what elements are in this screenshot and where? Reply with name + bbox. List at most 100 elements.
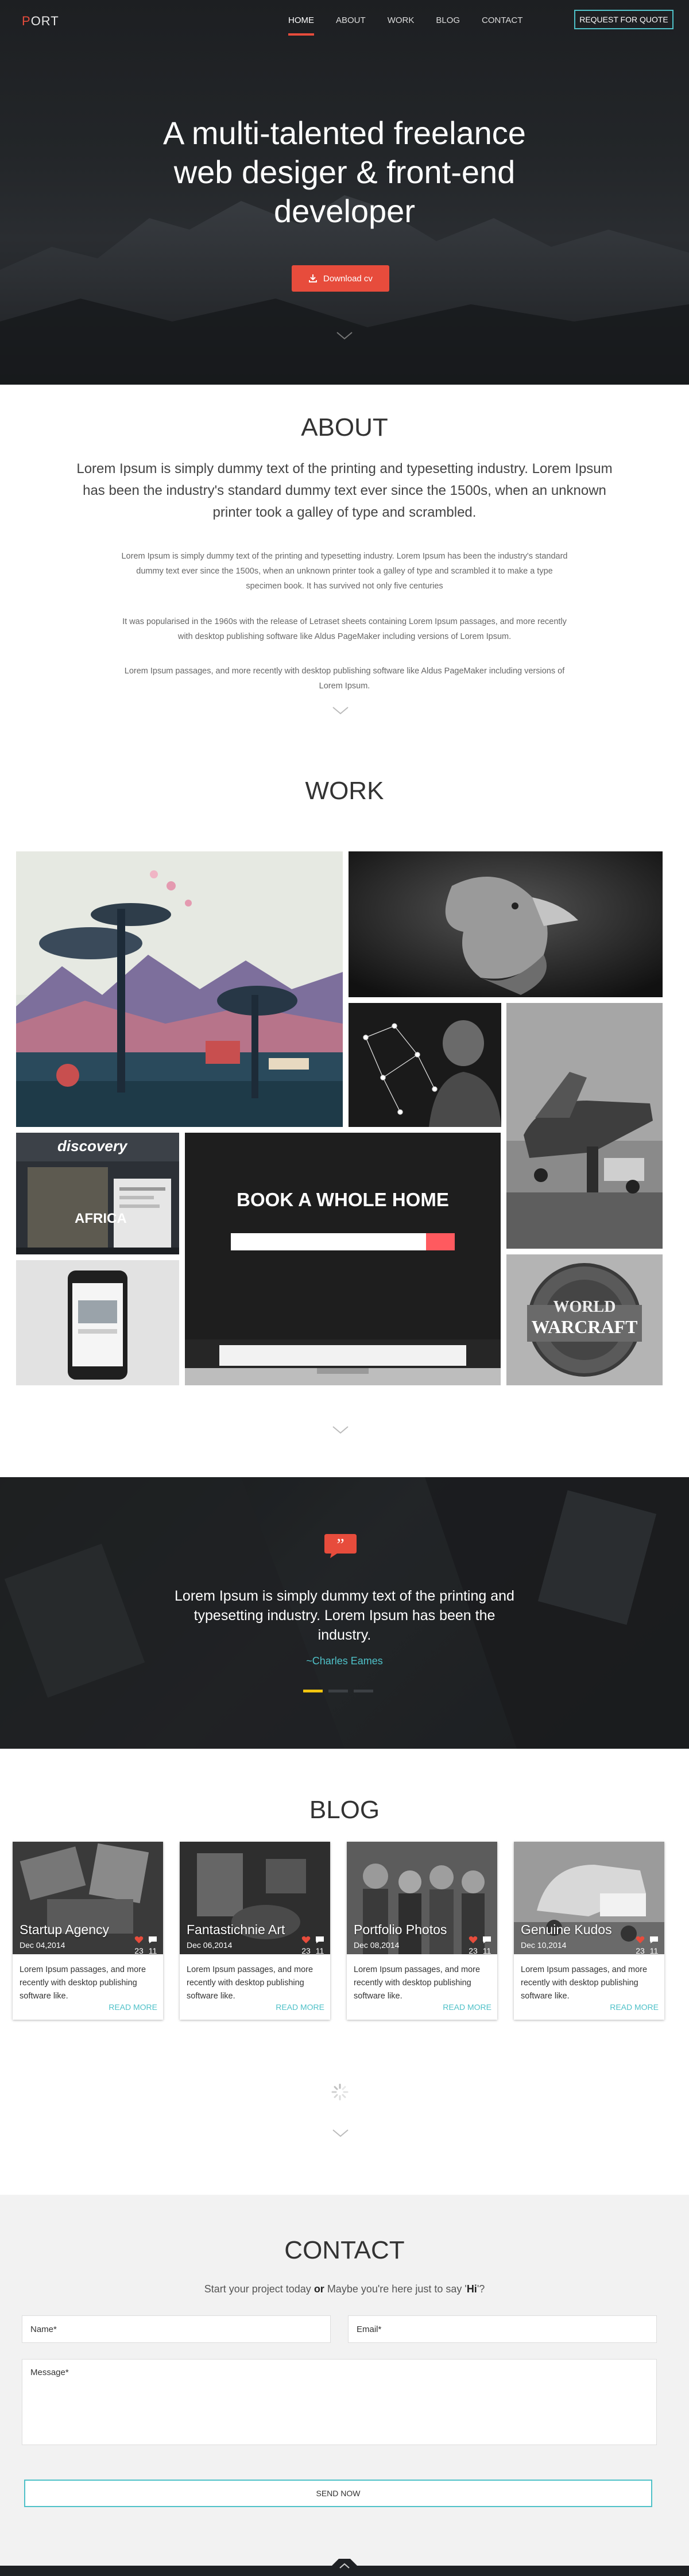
- eagle-statue-image: [349, 851, 663, 997]
- logo-text: ORT: [30, 14, 59, 28]
- book-a-whole-home-headline: BOOK A WHOLE HOME: [237, 1189, 449, 1210]
- testimonial-dot[interactable]: [354, 1690, 373, 1692]
- name-field[interactable]: [22, 2315, 331, 2343]
- blog-post-title[interactable]: Genuine Kudos: [521, 1922, 612, 1938]
- work-tile-landscape-illustration[interactable]: [16, 851, 343, 1127]
- top-nav: PORT HOME ABOUT WORK BLOG CONTACT REQUES…: [0, 0, 689, 41]
- blog-post-date: Dec 10,2014: [521, 1940, 567, 1950]
- africa-label: AFRICA: [75, 1211, 127, 1226]
- send-now-button[interactable]: SEND NOW: [24, 2480, 652, 2507]
- scroll-down-chevron-icon[interactable]: [332, 1425, 349, 1435]
- contact-subtitle-part: '?: [477, 2283, 485, 2295]
- blog-card[interactable]: Portfolio Photos Dec 08,2014 23 11 Lorem…: [347, 1842, 497, 2020]
- about-title: ABOUT: [301, 413, 388, 441]
- blog-title: BLOG: [309, 1796, 380, 1824]
- download-cv-button[interactable]: Download cv: [292, 265, 389, 292]
- blog-post-excerpt: Lorem Ipsum passages, and more recently …: [354, 1965, 481, 2001]
- read-more-link[interactable]: READ MORE: [443, 2002, 491, 2012]
- like-count: 23: [301, 1946, 311, 1954]
- work-title: WORK: [305, 777, 384, 805]
- work-tile-mobile-phone[interactable]: [16, 1260, 179, 1385]
- hero-title-line-3: developer: [274, 193, 415, 229]
- testimonial-pagination: [303, 1690, 373, 1692]
- blog-card[interactable]: Startup Agency Dec 04,2014 23 11 Lorem I…: [13, 1842, 163, 2020]
- testimonial-author: ~Charles Eames: [306, 1655, 383, 1667]
- contact-subtitle-or: or: [313, 2283, 324, 2295]
- hero-section: PORT HOME ABOUT WORK BLOG CONTACT REQUES…: [0, 0, 689, 385]
- blog-post-stats: 23 11: [134, 1936, 157, 1954]
- blog-card-image: Startup Agency Dec 04,2014 23 11: [13, 1842, 163, 1954]
- hero-title-line-2: web desiger & front-end: [173, 154, 516, 190]
- blog-card[interactable]: Fantastichnie Art Dec 06,2014 23 11 Lore…: [180, 1842, 330, 2020]
- heart-icon[interactable]: [134, 1936, 144, 1944]
- landscape-illustration-image: [16, 851, 343, 1127]
- blog-post-stats: 23 11: [469, 1936, 491, 1954]
- about-paragraph-2: It was popularised in the 1960s with the…: [122, 617, 567, 641]
- work-tile-constellation[interactable]: [349, 1003, 501, 1127]
- like-count: 23: [636, 1946, 645, 1954]
- contact-section: CONTACT Start your project today or Mayb…: [0, 2195, 689, 2576]
- nav-item-home[interactable]: HOME: [288, 16, 314, 36]
- testimonial-text: Lorem Ipsum is simply dummy text of the …: [175, 1588, 514, 1643]
- blog-post-excerpt: Lorem Ipsum passages, and more recently …: [521, 1965, 648, 2001]
- nav-item-contact[interactable]: CONTACT: [482, 16, 522, 36]
- heart-icon[interactable]: [636, 1936, 645, 1944]
- like-count: 23: [469, 1946, 478, 1954]
- mobile-phone-image: [16, 1260, 179, 1385]
- airplane-image: [506, 1003, 663, 1249]
- warcraft-label: WARCRAFT: [531, 1316, 638, 1337]
- message-field[interactable]: [22, 2359, 657, 2445]
- read-more-link[interactable]: READ MORE: [276, 2002, 324, 2012]
- blog-post-date: Dec 06,2014: [187, 1940, 233, 1950]
- nav-item-work[interactable]: WORK: [388, 16, 415, 36]
- logo[interactable]: PORT: [22, 14, 59, 29]
- heart-icon[interactable]: [301, 1936, 311, 1944]
- testimonial-section: ” Lorem Ipsum is simply dummy text of th…: [0, 1477, 689, 1749]
- work-tile-world-of-warcraft[interactable]: WORLD WARCRAFT: [506, 1254, 663, 1385]
- main-menu: HOME ABOUT WORK BLOG CONTACT: [288, 16, 544, 36]
- comment-icon[interactable]: [482, 1936, 491, 1944]
- nav-item-blog[interactable]: BLOG: [436, 16, 460, 36]
- blog-post-stats: 23 11: [636, 1936, 659, 1954]
- about-lead: Lorem Ipsum is simply dummy text of the …: [76, 461, 613, 520]
- hero-title-line-1: A multi-talented freelance: [163, 115, 526, 151]
- comment-icon[interactable]: [315, 1936, 324, 1944]
- world-label: WORLD: [553, 1298, 616, 1316]
- contact-title: CONTACT: [284, 2236, 405, 2264]
- work-tile-discovery-africa[interactable]: discovery AFRICA: [16, 1133, 179, 1254]
- comment-icon[interactable]: [649, 1936, 659, 1944]
- blog-post-excerpt: Lorem Ipsum passages, and more recently …: [20, 1965, 146, 2001]
- blog-card-image: Fantastichnie Art Dec 06,2014 23 11: [180, 1842, 330, 1954]
- blog-post-title[interactable]: Fantastichnie Art: [187, 1922, 285, 1938]
- blog-post-excerpt: Lorem Ipsum passages, and more recently …: [187, 1965, 313, 2001]
- scroll-down-chevron-icon[interactable]: [336, 331, 353, 341]
- comment-count: 11: [315, 1946, 324, 1954]
- comment-icon[interactable]: [148, 1936, 157, 1944]
- blog-post-title[interactable]: Portfolio Photos: [354, 1922, 447, 1938]
- read-more-link[interactable]: READ MORE: [610, 2002, 659, 2012]
- logo-initial: P: [22, 14, 31, 28]
- read-more-link[interactable]: READ MORE: [109, 2002, 157, 2012]
- blog-post-date: Dec 08,2014: [354, 1940, 400, 1950]
- blog-card[interactable]: Genuine Kudos Dec 10,2014 23 11 Lorem Ip…: [514, 1842, 664, 2020]
- request-quote-button[interactable]: REQUEST FOR QUOTE: [574, 10, 673, 29]
- constellation-portrait-image: [349, 1003, 501, 1127]
- blog-section: BLOG Startup Agency Dec 04,2014 23 11 Lo…: [0, 1749, 689, 2195]
- laptop-website-mockup-image: [185, 1133, 501, 1385]
- heart-icon[interactable]: [469, 1936, 478, 1944]
- loading-spinner-icon: [331, 2083, 349, 2101]
- blog-post-title[interactable]: Startup Agency: [20, 1922, 109, 1938]
- testimonial-dot-active[interactable]: [303, 1690, 323, 1692]
- work-tile-eagle-statue[interactable]: [349, 851, 663, 997]
- comment-count: 11: [482, 1946, 491, 1954]
- email-field[interactable]: [348, 2315, 657, 2343]
- blog-post-stats: 23 11: [301, 1936, 324, 1954]
- like-count: 23: [134, 1946, 144, 1954]
- nav-item-about[interactable]: ABOUT: [336, 16, 366, 36]
- testimonial-dot[interactable]: [328, 1690, 348, 1692]
- discovery-logo-text: discovery: [57, 1137, 127, 1155]
- work-tile-book-a-whole-home[interactable]: BOOK A WHOLE HOME: [185, 1133, 501, 1385]
- work-tile-airplane[interactable]: [506, 1003, 663, 1249]
- scroll-down-chevron-icon[interactable]: [332, 2129, 349, 2138]
- scroll-down-chevron-icon[interactable]: [332, 706, 349, 715]
